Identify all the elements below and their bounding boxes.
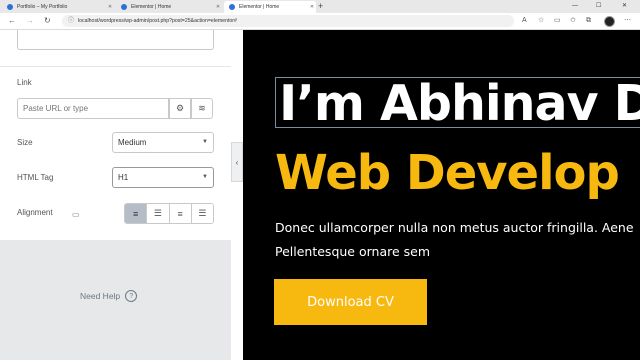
hero-heading[interactable]: I’m Abhinav D: [279, 75, 640, 132]
tab-title: Elementor | Home: [131, 4, 172, 10]
title-textarea[interactable]: [17, 30, 214, 50]
database-icon: ≋: [198, 103, 206, 113]
help-icon: ?: [125, 290, 138, 302]
back-button[interactable]: ←: [8, 15, 16, 27]
hero-paragraph[interactable]: Donec ullamcorper nulla non metus auctor…: [275, 216, 640, 264]
alignment-choices: ≡ ☰ ≡ ☰: [124, 203, 214, 224]
more-menu-icon[interactable]: ⋯: [624, 16, 631, 26]
address-bar-row: ← → ↻ ⓘ localhost/wordpress/wp-admin/pos…: [0, 13, 640, 30]
browser-tab-elementor-1[interactable]: Elementor | Home ✕: [116, 1, 222, 13]
download-cv-button[interactable]: Download CV: [274, 279, 427, 325]
collapse-panel-button[interactable]: ‹: [231, 142, 243, 182]
forward-button[interactable]: →: [26, 15, 34, 27]
read-aloud-icon[interactable]: A: [522, 16, 527, 26]
split-screen-icon[interactable]: ▭: [554, 16, 561, 26]
browser-tab-portfolio[interactable]: Portfolio – My Portfolio ✕: [2, 1, 114, 13]
need-help-label: Need Help: [80, 291, 121, 301]
wordpress-icon: [121, 4, 127, 10]
maximize-button[interactable]: ☐: [596, 0, 601, 12]
html-tag-value: H1: [118, 173, 129, 182]
dynamic-tags-button[interactable]: ≋: [191, 98, 213, 119]
preview-canvas: I’m Abhinav D Web Develop Donec ullamcor…: [243, 30, 640, 360]
wordpress-icon: [229, 4, 235, 10]
browser-tab-elementor-active[interactable]: Elementor | Home ✕: [224, 1, 316, 13]
browser-tab-bar: Portfolio – My Portfolio ✕ Elementor | H…: [0, 0, 640, 13]
size-value: Medium: [118, 138, 147, 147]
minimize-button[interactable]: —: [572, 0, 578, 12]
favorite-star-icon[interactable]: ☆: [538, 16, 544, 26]
caret-down-icon: ▼: [202, 139, 208, 145]
wordpress-icon: [7, 4, 13, 10]
align-left-button[interactable]: ≡: [125, 204, 147, 223]
info-icon[interactable]: ⓘ: [68, 15, 74, 27]
size-label: Size: [17, 138, 33, 147]
hero-subheading[interactable]: Web Develop: [275, 145, 620, 201]
url-field[interactable]: ⓘ localhost/wordpress/wp-admin/post.php?…: [62, 15, 514, 27]
section-divider: [0, 66, 231, 67]
alignment-label: Alignment: [17, 208, 53, 217]
align-center-button[interactable]: ☰: [146, 204, 169, 223]
caret-down-icon: ▼: [202, 174, 208, 180]
size-select[interactable]: Medium ▼: [112, 132, 214, 153]
url-text: localhost/wordpress/wp-admin/post.php?po…: [78, 18, 237, 24]
tab-title: Portfolio – My Portfolio: [17, 4, 68, 10]
favorites-icon[interactable]: ✩: [570, 16, 576, 26]
profile-avatar[interactable]: [604, 16, 615, 27]
need-help-link[interactable]: Need Help ?: [80, 290, 138, 302]
align-justify-button[interactable]: ☰: [190, 204, 213, 223]
desktop-icon[interactable]: ▭: [72, 210, 80, 219]
chevron-left-icon: ‹: [235, 157, 239, 167]
elementor-panel: Link ⚙ ≋ Size Medium ▼ HTML Tag H1 ▼ Ali…: [0, 30, 231, 360]
html-tag-label: HTML Tag: [17, 173, 54, 182]
gear-icon: ⚙: [175, 103, 185, 113]
link-label: Link: [17, 78, 32, 87]
html-tag-select[interactable]: H1 ▼: [112, 167, 214, 188]
align-right-button[interactable]: ≡: [168, 204, 191, 223]
close-icon[interactable]: ✕: [106, 4, 114, 10]
close-icon[interactable]: ✕: [308, 4, 316, 10]
help-section: Need Help ?: [0, 240, 231, 360]
link-options-button[interactable]: ⚙: [169, 98, 191, 119]
link-url-input[interactable]: [17, 98, 169, 119]
collections-icon[interactable]: ⧉: [586, 16, 591, 26]
tab-title: Elementor | Home: [239, 4, 280, 10]
reload-button[interactable]: ↻: [44, 15, 51, 27]
new-tab-button[interactable]: +: [318, 0, 323, 13]
close-icon[interactable]: ✕: [214, 4, 222, 10]
close-window-button[interactable]: ✕: [622, 0, 627, 12]
